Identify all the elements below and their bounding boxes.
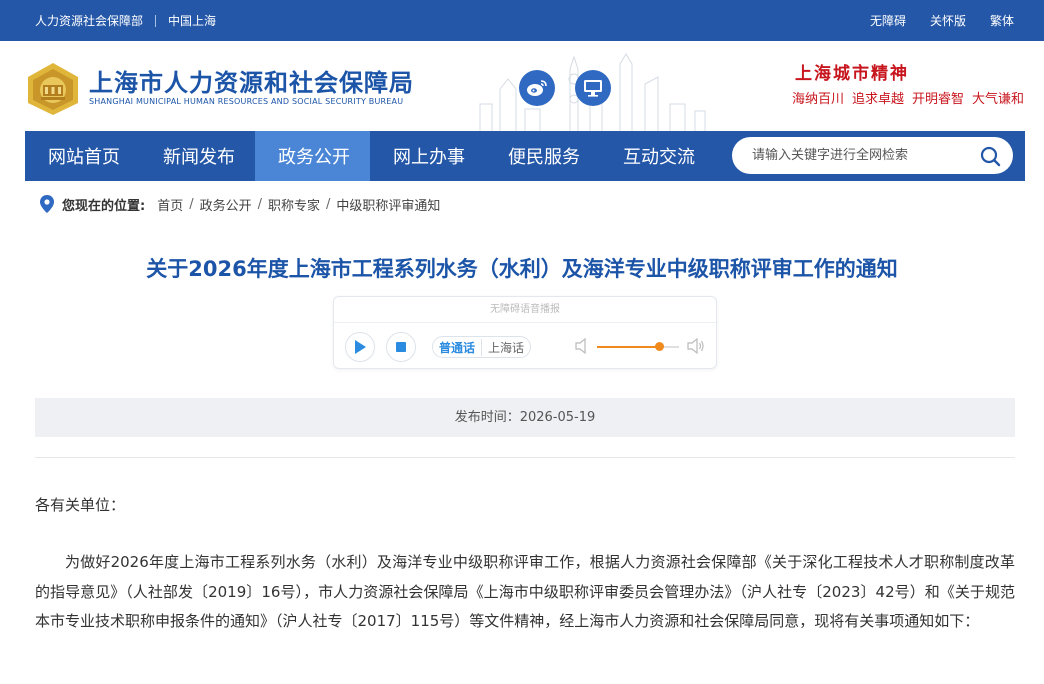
link-china-shanghai[interactable]: 中国上海 — [168, 12, 216, 29]
breadcrumb-label: 您现在的位置: — [62, 198, 146, 214]
nav-news[interactable]: 新闻发布 — [140, 131, 255, 181]
city-spirit-title: 上海城市精神 — [795, 64, 909, 84]
volume-low-icon — [575, 338, 586, 354]
divider — [155, 14, 157, 27]
breadcrumb: 您现在的位置: 首页 / 政务公开 / 职称专家 / 中级职称评审通知 — [40, 195, 440, 214]
search-box — [732, 137, 1013, 174]
publish-time: 发布时间：2026-05-19 — [35, 398, 1015, 437]
breadcrumb-experts[interactable]: 职称专家 — [268, 195, 320, 214]
nav-public-services[interactable]: 便民服务 — [485, 131, 600, 181]
weibo-button[interactable] — [519, 70, 555, 106]
volume-knob[interactable] — [654, 342, 664, 351]
monitor-icon — [584, 80, 602, 97]
desktop-version-button[interactable] — [575, 70, 611, 106]
link-traditional-chinese[interactable]: 繁体 — [990, 12, 1014, 29]
breadcrumb-current[interactable]: 中级职称评审通知 — [336, 195, 440, 214]
link-mohrss[interactable]: 人力资源社会保障部 — [35, 12, 143, 29]
play-icon — [355, 340, 366, 354]
city-spirit-slogans: 海纳百川 追求卓越 开明睿智 大气谦和 — [792, 88, 1024, 107]
location-pin-icon — [40, 195, 54, 213]
link-care-mode[interactable]: 关怀版 — [930, 12, 966, 29]
nav-gov-affairs[interactable]: 政务公开 — [255, 131, 370, 181]
breadcrumb-gov-affairs[interactable]: 政务公开 — [200, 195, 252, 214]
article-greeting: 各有关单位： — [35, 496, 126, 514]
slogan: 大气谦和 — [971, 92, 1024, 107]
weibo-icon — [527, 80, 547, 96]
play-button[interactable] — [345, 332, 375, 362]
article-paragraph: 为做好2026年度上海市工程系列水务（水利）及海洋专业中级职称评审工作，根据人力… — [35, 553, 1015, 630]
slogan: 追求卓越 — [851, 92, 904, 107]
site-header: 上海市人力资源和社会保障局 SHANGHAI MUNICIPAL HUMAN R… — [0, 41, 1044, 131]
emblem-logo-icon[interactable] — [25, 61, 81, 117]
search-input[interactable] — [752, 145, 972, 166]
slogan: 海纳百川 — [791, 92, 844, 107]
lang-shanghainese[interactable]: 上海话 — [482, 339, 530, 356]
slogan: 开明睿智 — [911, 92, 964, 107]
site-subtitle-english: SHANGHAI MUNICIPAL HUMAN RESOURCES AND S… — [89, 97, 404, 106]
top-bar: 人力资源社会保障部 中国上海 无障碍 关怀版 繁体 — [0, 0, 1044, 41]
site-title[interactable]: 上海市人力资源和社会保障局 — [89, 63, 414, 98]
lang-mandarin[interactable]: 普通话 — [433, 338, 483, 356]
stop-button[interactable] — [386, 332, 416, 362]
breadcrumb-home[interactable]: 首页 — [157, 195, 183, 214]
player-caption: 无障碍语音播报 — [334, 297, 716, 323]
divider — [35, 457, 1015, 458]
nav-online-services[interactable]: 网上办事 — [370, 131, 485, 181]
stop-icon — [396, 342, 406, 352]
volume-slider[interactable] — [597, 342, 679, 351]
main-nav: 网站首页 新闻发布 政务公开 网上办事 便民服务 互动交流 — [25, 131, 1025, 181]
nav-home[interactable]: 网站首页 — [25, 131, 140, 181]
search-icon[interactable] — [979, 145, 1001, 167]
audio-player: 无障碍语音播报 普通话 上海话 — [333, 296, 717, 369]
language-toggle: 普通话 上海话 — [432, 336, 532, 358]
volume-high-icon — [687, 338, 704, 354]
article-title: 关于2026年度上海市工程系列水务（水利）及海洋专业中级职称评审工作的通知 — [146, 257, 898, 281]
link-accessibility[interactable]: 无障碍 — [870, 12, 906, 29]
volume-fill — [597, 346, 659, 348]
nav-interaction[interactable]: 互动交流 — [600, 131, 715, 181]
